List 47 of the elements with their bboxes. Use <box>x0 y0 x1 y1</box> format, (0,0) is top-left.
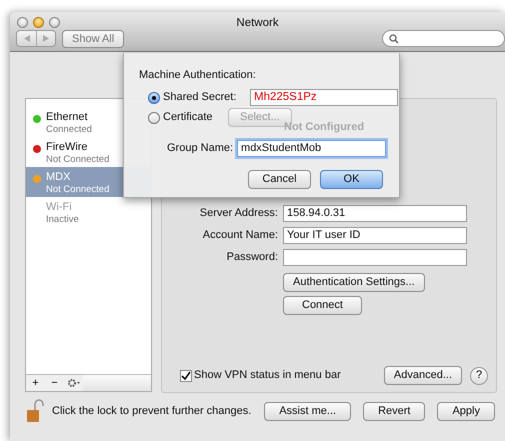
service-status: Not Connected <box>46 184 110 195</box>
help-button[interactable]: ? <box>470 366 488 384</box>
zoom-button[interactable] <box>49 17 60 28</box>
service-name: Wi-Fi <box>46 201 73 214</box>
radio-label: Shared Secret: <box>163 90 238 106</box>
input-field[interactable]: Your IT user ID <box>283 227 467 244</box>
right-arrow-icon <box>43 35 49 42</box>
service-status: Inactive <box>46 214 79 225</box>
sheet-heading: Machine Authentication: <box>139 68 257 83</box>
padlock-icon <box>26 399 44 423</box>
cancel-button[interactable]: Cancel <box>248 170 311 188</box>
advanced-button[interactable]: Advanced... <box>384 366 462 385</box>
service-status: Not Connected <box>46 154 110 165</box>
service-name: MDX <box>46 171 72 184</box>
ok-button[interactable]: OK <box>320 170 383 188</box>
input-field[interactable] <box>283 249 467 266</box>
service-name: FireWire <box>46 141 89 154</box>
window-title: Network <box>236 16 279 31</box>
field-label: Password: <box>226 250 278 266</box>
search-icon <box>389 34 399 44</box>
radio-label: Certificate <box>163 110 214 126</box>
input-field[interactable]: 158.94.0.31 <box>283 205 467 222</box>
lock-message: Click the lock to prevent further changes. <box>52 404 252 419</box>
authentication-settings-button[interactable]: Authentication Settings... <box>283 273 425 292</box>
revert-button[interactable]: Revert <box>363 402 426 420</box>
search-field[interactable] <box>382 30 505 47</box>
minimize-button[interactable] <box>33 17 44 28</box>
checkbox-label: Show VPN status in menu bar <box>194 368 341 384</box>
group-name-field[interactable]: mdxStudentMob <box>237 140 386 156</box>
service-name: Ethernet <box>46 111 89 124</box>
left-arrow-icon <box>24 35 30 42</box>
field-label: Account Name: <box>202 228 278 244</box>
service-status: Connected <box>46 124 92 135</box>
gear-menu-button[interactable] <box>64 375 83 391</box>
radio-button[interactable] <box>148 92 160 104</box>
gear-icon <box>66 378 80 388</box>
remove-button[interactable]: − <box>45 375 64 391</box>
checkbox[interactable] <box>180 370 192 382</box>
connect-button[interactable]: Connect <box>283 296 362 315</box>
assist-button[interactable]: Assist me... <box>264 402 352 420</box>
field-label: Server Address: <box>198 206 278 222</box>
close-button[interactable] <box>17 17 28 28</box>
field-label: Group Name: <box>167 140 234 156</box>
show-all-button[interactable]: Show All <box>62 30 124 48</box>
apply-button[interactable]: Apply <box>437 402 495 420</box>
add-button[interactable]: + <box>26 375 45 391</box>
secret-field[interactable]: Mh225S1Pz <box>250 89 398 106</box>
